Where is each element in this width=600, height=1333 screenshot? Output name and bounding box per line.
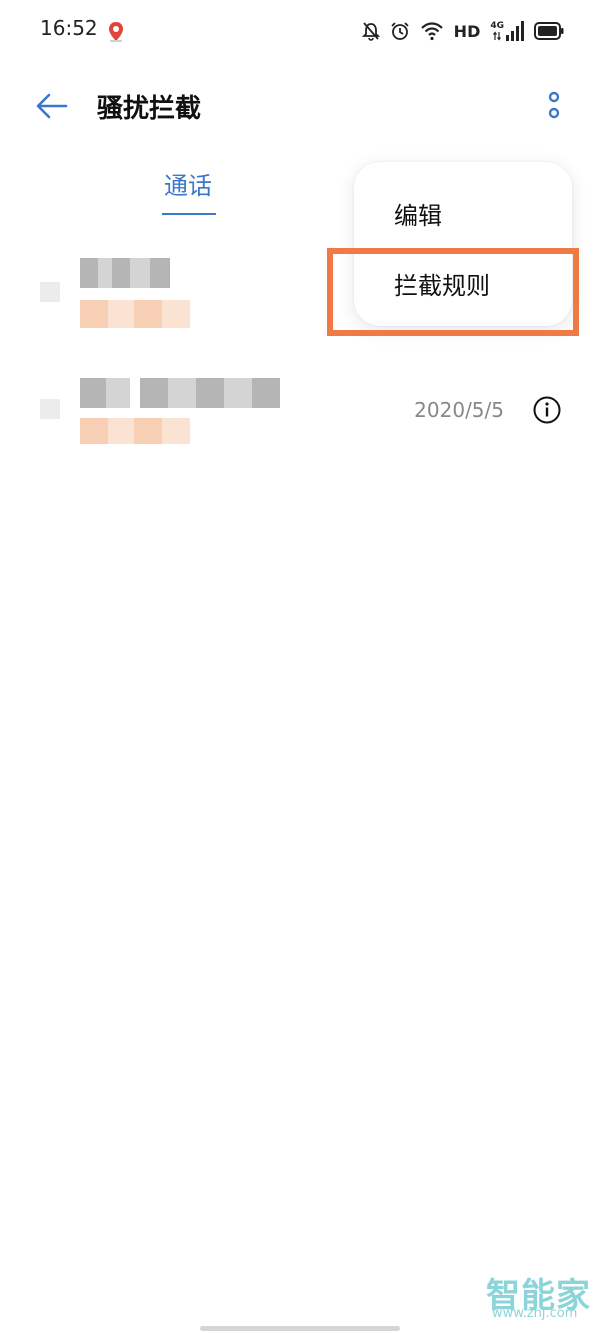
- tab-active-indicator: [162, 213, 216, 215]
- call-date: 2020/5/5: [414, 398, 504, 422]
- tab-calls[interactable]: 通话: [130, 166, 246, 201]
- home-indicator[interactable]: [200, 1326, 400, 1331]
- more-options-icon[interactable]: [540, 88, 568, 124]
- location-pin-icon: [109, 22, 123, 42]
- page-title: 骚扰拦截: [97, 94, 202, 124]
- info-icon[interactable]: [532, 395, 562, 425]
- highlight-box: [327, 248, 579, 336]
- alarm-icon: [391, 22, 409, 40]
- battery-icon: [534, 22, 564, 40]
- watermark-url: www.znj.com: [492, 1306, 578, 1321]
- status-time: 16:52: [40, 16, 98, 40]
- back-arrow-icon[interactable]: [34, 88, 70, 124]
- menu-item-edit[interactable]: 编辑: [394, 196, 442, 231]
- cellular-signal: 4G: [490, 21, 524, 41]
- hd-indicator: HD: [453, 21, 481, 41]
- call-list-item[interactable]: [0, 365, 600, 465]
- network-type: 4G: [490, 21, 504, 31]
- bell-muted-icon: [361, 22, 380, 41]
- signal-bars-icon: [506, 21, 524, 41]
- status-icons: HD 4G: [361, 18, 564, 44]
- wifi-icon: [420, 22, 443, 41]
- data-arrows-icon: [493, 31, 502, 41]
